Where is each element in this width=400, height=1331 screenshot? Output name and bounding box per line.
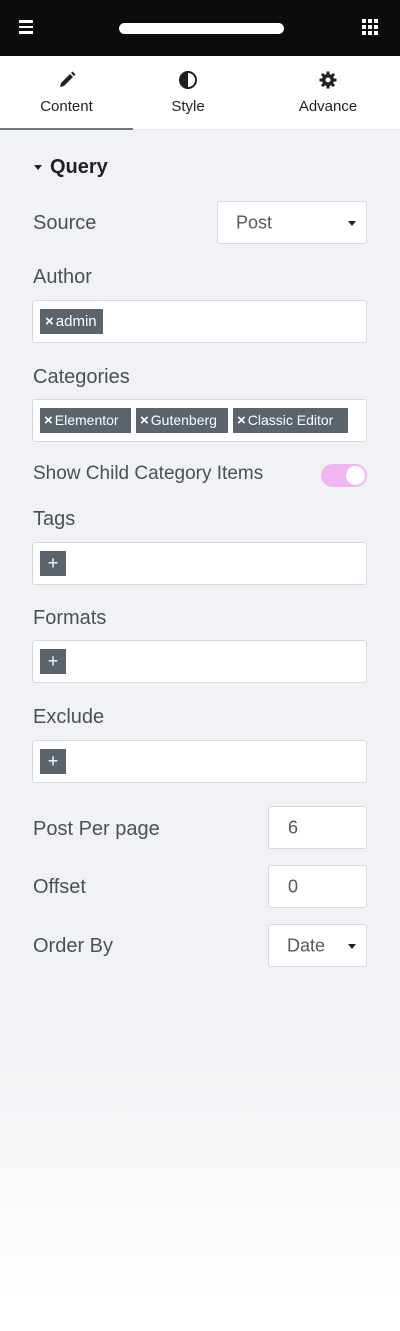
add-exclude-button[interactable]: + [40,749,66,774]
category-chip-elementor[interactable]: × Elementor [40,408,131,433]
offset-label: Offset [33,876,86,898]
tab-style[interactable]: Style [133,56,243,130]
remove-icon[interactable]: × [45,309,54,334]
show-child-toggle[interactable] [321,464,367,487]
category-chip-gutenberg[interactable]: × Gutenberg [136,408,228,433]
chip-label: Gutenberg [150,412,217,428]
contrast-icon [179,71,197,89]
post-per-page-input[interactable]: 6 [268,806,367,849]
grid-icon[interactable] [362,19,378,35]
remove-icon[interactable]: × [237,408,246,433]
order-by-value: Date [287,935,326,955]
post-per-page-label: Post Per page [33,818,160,840]
exclude-label: Exclude [33,706,105,728]
author-select[interactable]: × admin [32,300,367,343]
category-chip-classic-editor[interactable]: × Classic Editor [233,408,348,433]
section-query-toggle[interactable]: Query [34,154,108,180]
gear-icon [319,71,337,89]
tags-select[interactable]: + [32,542,367,585]
chip-label: Classic Editor [247,412,334,428]
panel-tabs: Content Style Advance [0,56,400,130]
tab-content[interactable]: Content [0,56,133,130]
tab-advance-label: Advance [298,98,358,115]
categories-label: Categories [33,366,130,388]
source-label: Source [33,212,97,234]
categories-select[interactable]: × Elementor × Gutenberg × Classic Editor [32,399,367,442]
add-tag-button[interactable]: + [40,551,66,576]
tab-advance[interactable]: Advance [258,56,398,130]
author-label: Author [33,266,92,288]
source-select-value: Post [236,212,273,232]
caret-down-icon [348,220,356,226]
active-tab-indicator [0,128,133,130]
author-chip-admin[interactable]: × admin [40,309,103,334]
pencil-icon [59,71,75,87]
formats-label: Formats [33,607,107,629]
top-bar [0,0,400,56]
exclude-select[interactable]: + [32,740,367,783]
tab-style-label: Style [171,98,205,115]
caret-down-icon [348,943,356,949]
post-per-page-value: 6 [288,817,299,837]
chip-label: admin [55,313,97,330]
toggle-knob [346,466,365,485]
section-title: Query [50,155,108,178]
order-by-label: Order By [33,935,114,957]
remove-icon[interactable]: × [44,408,53,433]
offset-value: 0 [288,876,299,896]
chip-label: Elementor [54,412,119,428]
hamburger-icon[interactable] [19,18,37,36]
title-placeholder-bar [119,23,284,34]
show-child-label: Show Child Category Items [33,463,264,484]
offset-input[interactable]: 0 [268,865,367,908]
caret-down-icon [34,164,42,170]
add-format-button[interactable]: + [40,649,66,674]
remove-icon[interactable]: × [140,408,149,433]
source-select[interactable]: Post [217,201,367,244]
formats-select[interactable]: + [32,640,367,683]
tags-label: Tags [33,508,76,530]
order-by-select[interactable]: Date [268,924,367,967]
tab-content-label: Content [40,98,93,115]
